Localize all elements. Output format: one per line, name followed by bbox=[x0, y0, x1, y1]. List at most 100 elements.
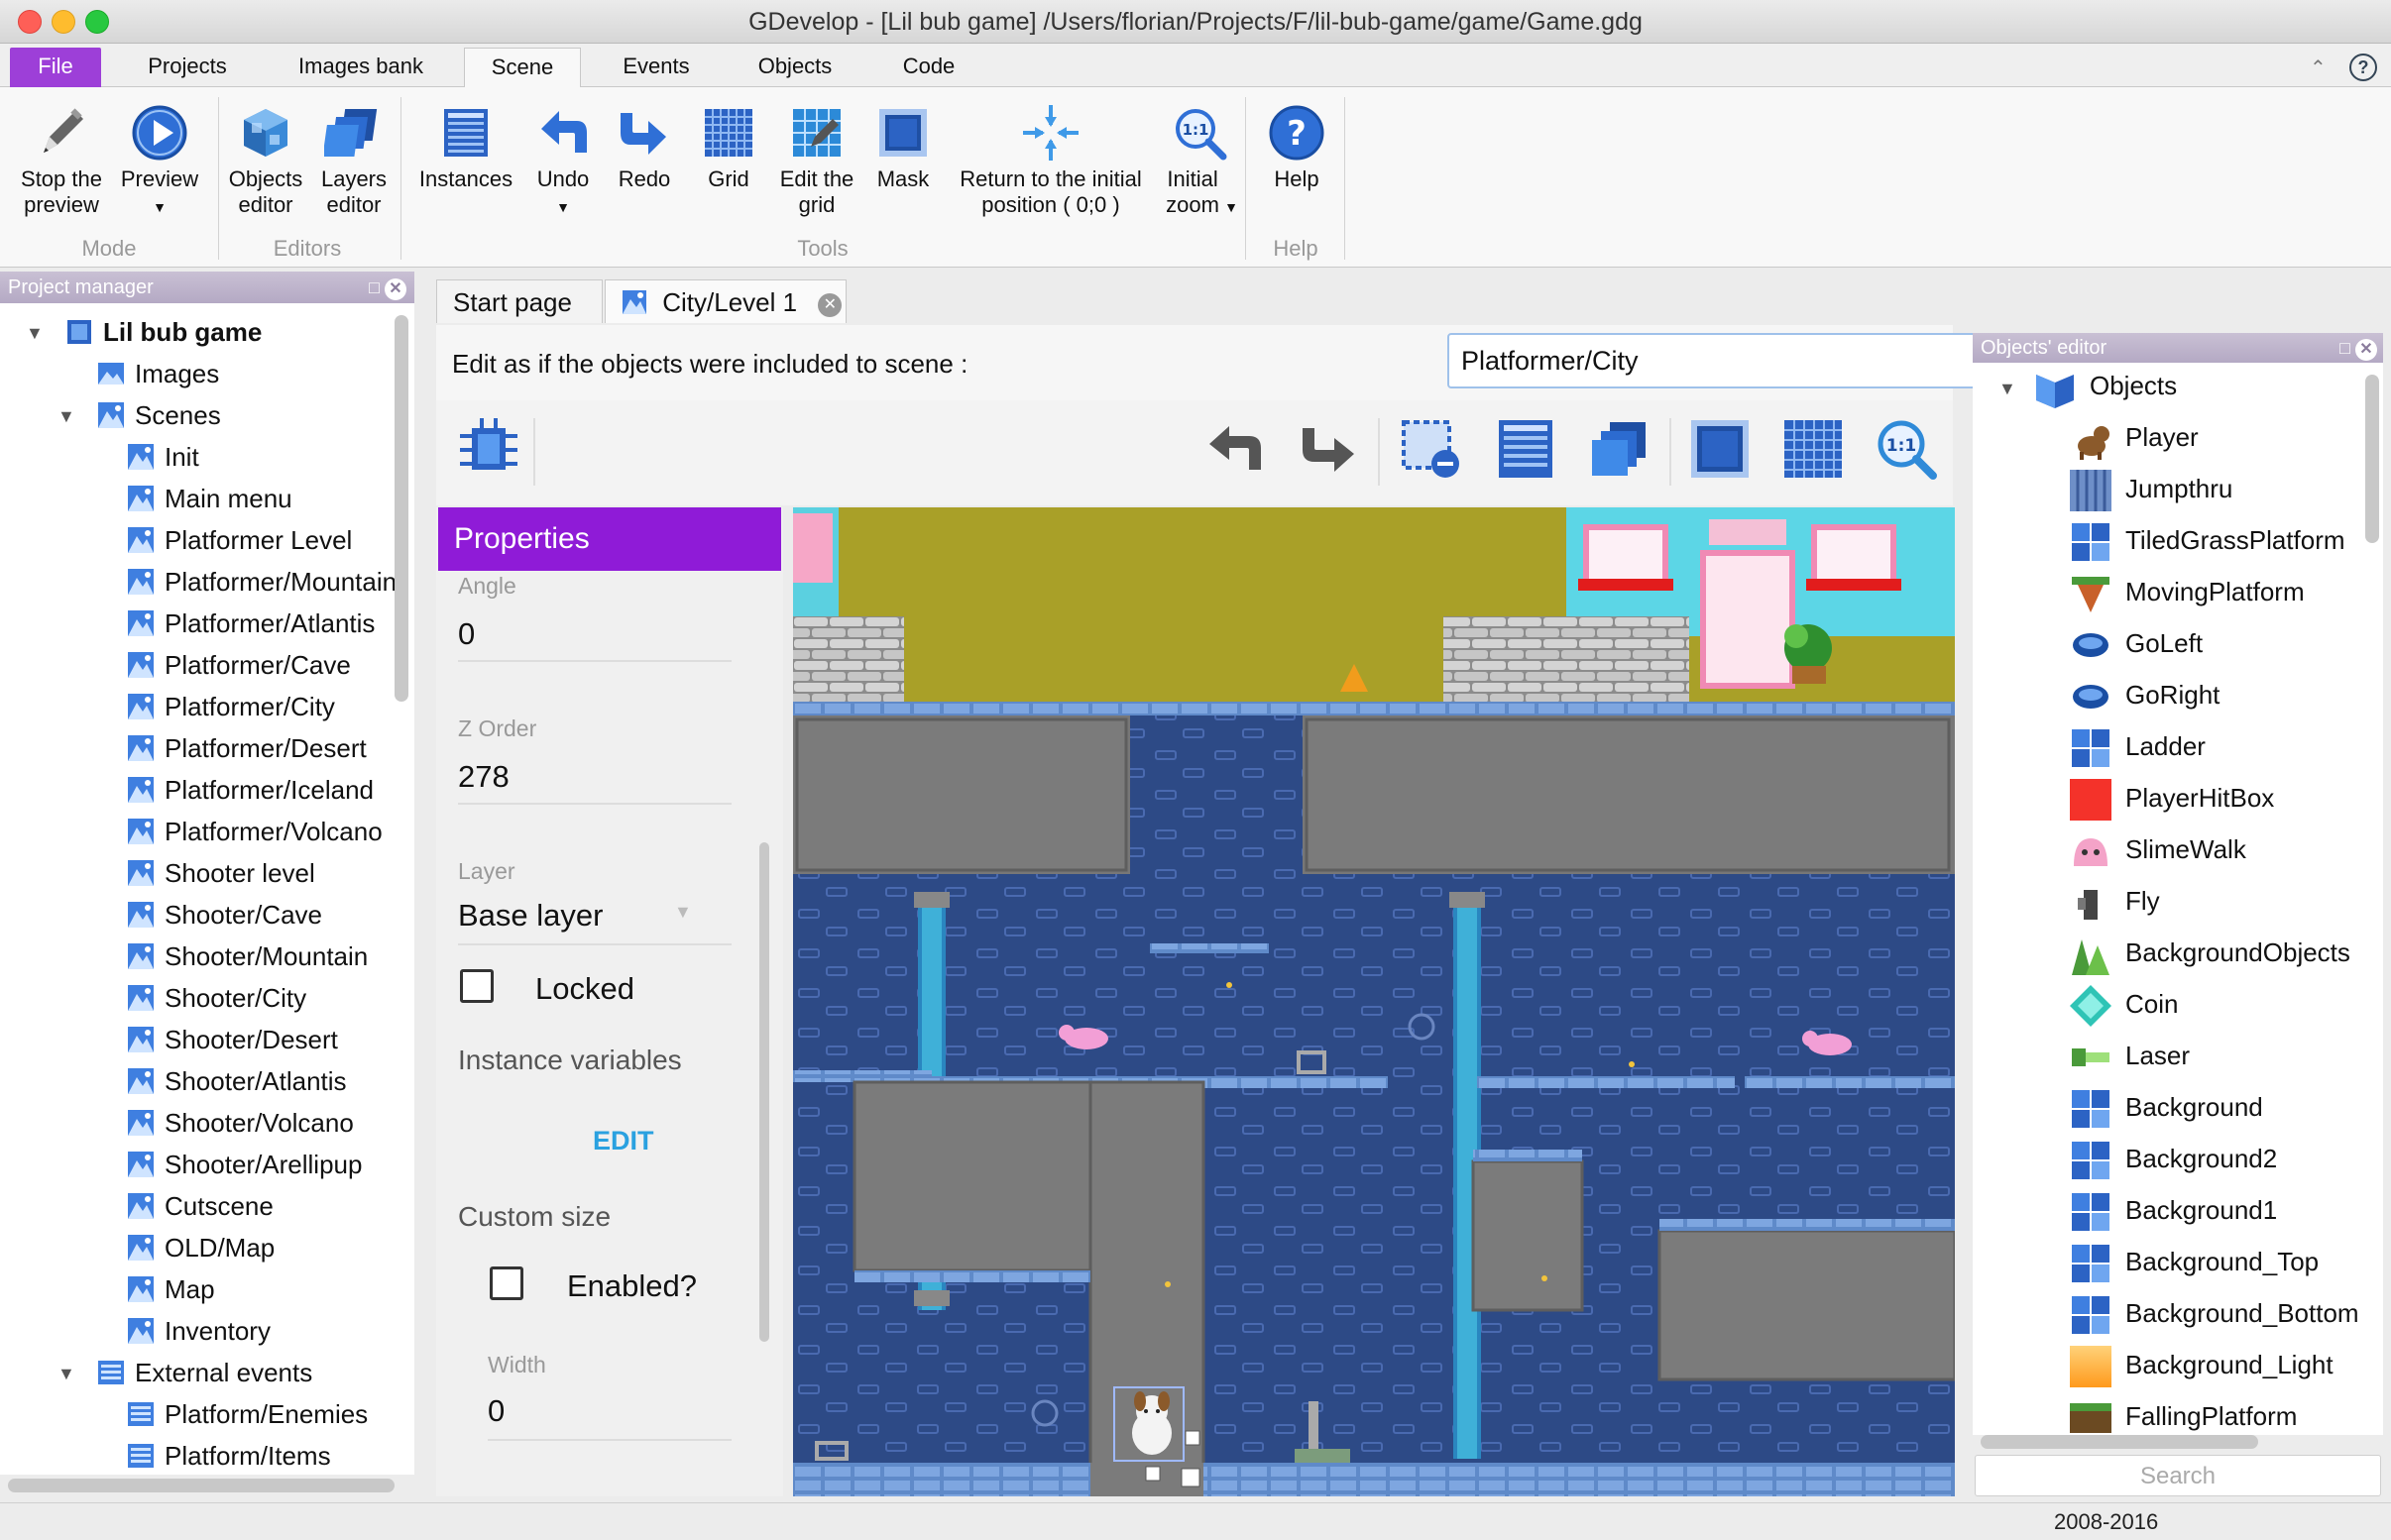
tree-scene-item[interactable]: Platformer/Atlantis bbox=[127, 603, 375, 644]
edit-variables-button[interactable]: EDIT bbox=[593, 1126, 654, 1156]
angle-field[interactable]: 0 bbox=[458, 616, 475, 652]
object-item[interactable]: GoLeft bbox=[2068, 620, 2203, 666]
object-item[interactable]: Coin bbox=[2068, 981, 2178, 1028]
object-item[interactable]: Jumpthru bbox=[2068, 466, 2232, 512]
expand-toggle-icon[interactable]: ▼ bbox=[26, 323, 44, 344]
help-button[interactable]: ? Help bbox=[1255, 103, 1338, 192]
tree-scene-item[interactable]: Platformer/City bbox=[127, 686, 335, 727]
stop-preview-button[interactable]: Stop the preview bbox=[12, 103, 111, 218]
tree-external-event-item[interactable]: Platform/Items bbox=[127, 1435, 331, 1475]
edit-grid-button[interactable]: Edit the grid bbox=[769, 103, 864, 218]
object-item[interactable]: FallingPlatform bbox=[2068, 1393, 2297, 1435]
mask-icon[interactable] bbox=[1685, 414, 1755, 484]
enabled-checkbox[interactable] bbox=[490, 1266, 523, 1300]
collapse-ribbon-icon[interactable]: ⌃ bbox=[2310, 55, 2327, 80]
objects-root[interactable]: Objects bbox=[2032, 363, 2177, 409]
object-item[interactable]: BackgroundObjects bbox=[2068, 930, 2350, 976]
help-icon[interactable]: ? bbox=[2349, 54, 2377, 81]
tree-images[interactable]: Images bbox=[97, 353, 219, 394]
object-item[interactable]: Background_Top bbox=[2068, 1239, 2319, 1284]
expand-toggle-icon[interactable]: ▼ bbox=[57, 406, 75, 427]
tab-projects[interactable]: Projects bbox=[129, 48, 246, 87]
undo-arrow-icon[interactable] bbox=[1201, 414, 1271, 484]
close-tab-icon[interactable]: ✕ bbox=[818, 293, 843, 317]
tree-scene-item[interactable]: Cutscene bbox=[127, 1185, 274, 1227]
tab-file[interactable]: File bbox=[10, 48, 101, 87]
debug-bug-icon[interactable] bbox=[454, 414, 523, 484]
close-panel-icon[interactable]: ✕ bbox=[2355, 339, 2377, 361]
object-item[interactable]: TiledGrassPlatform bbox=[2068, 517, 2345, 563]
tree-scene-item[interactable]: Shooter/Atlantis bbox=[127, 1060, 347, 1102]
object-item[interactable]: Player bbox=[2068, 414, 2199, 461]
z-order-field[interactable]: 278 bbox=[458, 759, 510, 795]
zoom-icon[interactable]: 1:1 bbox=[1872, 414, 1941, 484]
tree-scene-item[interactable]: Shooter/Desert bbox=[127, 1019, 338, 1060]
tree-scene-item[interactable]: Init bbox=[127, 436, 199, 478]
objects-editor-button[interactable]: Objects editor bbox=[222, 103, 309, 218]
tree-scene-item[interactable]: Platformer/Cave bbox=[127, 644, 351, 686]
return-initial-position-button[interactable]: Return to the initial position ( 0;0 ) bbox=[944, 103, 1158, 218]
mask-button[interactable]: Mask bbox=[866, 103, 940, 192]
objects-list-hscrollbar[interactable] bbox=[1981, 1435, 2258, 1449]
object-item[interactable]: Laser bbox=[2068, 1033, 2190, 1078]
expand-toggle-icon[interactable]: ▼ bbox=[57, 1364, 75, 1384]
object-item[interactable]: PlayerHitBox bbox=[2068, 775, 2274, 822]
tree-external-event-item[interactable]: Platform/Enemies bbox=[127, 1393, 368, 1435]
preview-button[interactable]: Preview ▼ bbox=[115, 103, 204, 220]
tree-scene-item[interactable]: Platformer/Mountain bbox=[127, 561, 397, 603]
scene-canvas[interactable] bbox=[793, 507, 1955, 1496]
tab-images-bank[interactable]: Images bank bbox=[280, 48, 442, 87]
tree-scene-item[interactable]: Platformer/Volcano bbox=[127, 811, 383, 852]
width-field[interactable]: 0 bbox=[488, 1393, 505, 1429]
tree-scene-item[interactable]: Shooter/Cave bbox=[127, 894, 322, 935]
instances-button[interactable]: Instances bbox=[410, 103, 521, 192]
objects-list-scrollbar[interactable] bbox=[2365, 375, 2379, 543]
tree-scene-item[interactable]: Shooter/City bbox=[127, 977, 306, 1019]
tree-scene-item[interactable]: Inventory bbox=[127, 1310, 271, 1352]
redo-button[interactable]: Redo bbox=[607, 103, 682, 192]
tree-scenes[interactable]: Scenes bbox=[97, 394, 221, 436]
layer-dropdown-arrow-icon[interactable]: ▼ bbox=[674, 902, 692, 923]
object-item[interactable]: Background1 bbox=[2068, 1187, 2277, 1233]
tree-scene-item[interactable]: Platformer/Desert bbox=[127, 727, 367, 769]
tree-scene-item[interactable]: Shooter level bbox=[127, 852, 315, 894]
tab-start-page[interactable]: Start page bbox=[436, 279, 603, 323]
tree-scene-item[interactable]: Platformer/Iceland bbox=[127, 769, 374, 811]
expand-toggle-icon[interactable]: ▼ bbox=[1998, 379, 2016, 399]
layer-select[interactable]: Base layer bbox=[458, 898, 603, 934]
object-item[interactable]: Ladder bbox=[2068, 723, 2206, 769]
tree-scene-item[interactable]: Platformer Level bbox=[127, 519, 352, 561]
grid-button[interactable]: Grid bbox=[690, 103, 767, 192]
locked-checkbox[interactable] bbox=[460, 969, 494, 1003]
tree-scene-item[interactable]: OLD/Map bbox=[127, 1227, 275, 1268]
grid-icon[interactable] bbox=[1778, 414, 1848, 484]
undo-button[interactable]: Undo ▼ bbox=[525, 103, 601, 220]
tree-scene-item[interactable]: Main menu bbox=[127, 478, 292, 519]
layers-icon[interactable] bbox=[1584, 414, 1653, 484]
project-tree-scrollbar[interactable] bbox=[395, 315, 408, 702]
layers-editor-button[interactable]: Layers editor bbox=[309, 103, 398, 218]
delete-selection-icon[interactable] bbox=[1396, 414, 1465, 484]
object-item[interactable]: Background_Light bbox=[2068, 1342, 2334, 1388]
redo-arrow-icon[interactable] bbox=[1293, 414, 1362, 484]
object-item[interactable]: SlimeWalk bbox=[2068, 826, 2246, 872]
tab-objects[interactable]: Objects bbox=[740, 48, 851, 87]
tree-scene-item[interactable]: Shooter/Arellipup bbox=[127, 1144, 362, 1185]
tab-city-level[interactable]: City/Level 1 ✕ bbox=[605, 279, 847, 323]
object-item[interactable]: Background2 bbox=[2068, 1136, 2277, 1181]
tree-scene-item[interactable]: Map bbox=[127, 1268, 215, 1310]
project-tree-hscrollbar[interactable] bbox=[8, 1479, 395, 1492]
float-panel-icon[interactable]: □ bbox=[2339, 338, 2350, 358]
float-panel-icon[interactable]: □ bbox=[369, 277, 380, 297]
tab-scene[interactable]: Scene bbox=[464, 48, 581, 87]
object-item[interactable]: Fly bbox=[2068, 878, 2160, 924]
object-item[interactable]: MovingPlatform bbox=[2068, 569, 2305, 614]
tree-scene-item[interactable]: Shooter/Mountain bbox=[127, 935, 368, 977]
instances-list-icon[interactable] bbox=[1491, 414, 1560, 484]
tab-events[interactable]: Events bbox=[607, 48, 706, 87]
tree-project[interactable]: Lil bub game bbox=[65, 311, 262, 353]
tree-scene-item[interactable]: Shooter/Volcano bbox=[127, 1102, 354, 1144]
object-item[interactable]: GoRight bbox=[2068, 672, 2220, 717]
initial-zoom-button[interactable]: 1:1 Initial zoom ▼ bbox=[1156, 103, 1243, 220]
object-item[interactable]: Background bbox=[2068, 1084, 2263, 1130]
